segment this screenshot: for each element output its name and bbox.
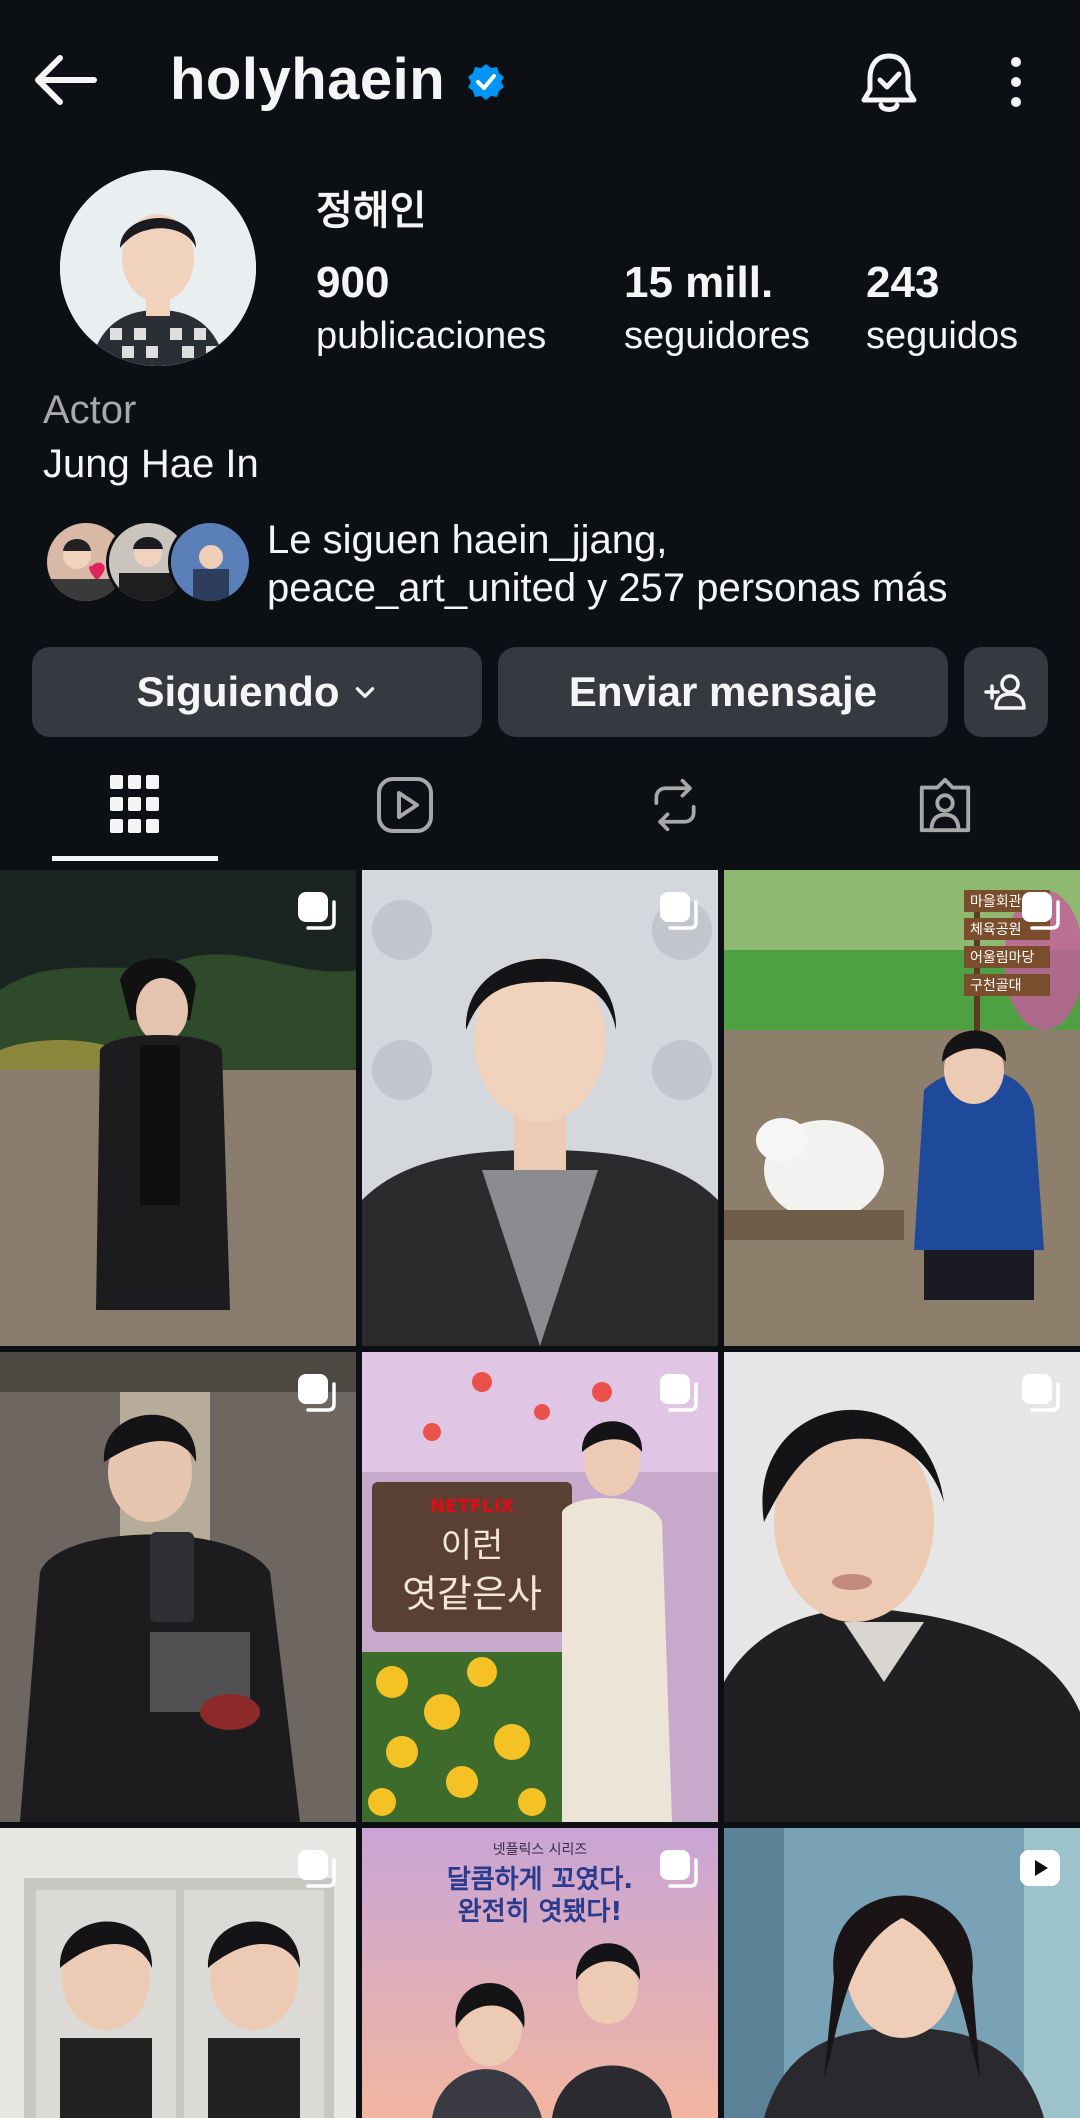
carousel-icon: [1022, 892, 1060, 930]
tab-reposts[interactable]: [540, 750, 810, 860]
posts-label: publicaciones: [316, 315, 547, 357]
mutual-followers-line-1: Le siguen haein_jjang,: [267, 518, 668, 562]
mutual-followers-avatars[interactable]: [44, 520, 252, 604]
add-person-icon: [984, 674, 1026, 710]
followers-count: 15 mill.: [624, 258, 774, 307]
tab-posts-grid[interactable]: [0, 750, 270, 860]
poster-subtitle: 넷플릭스 시리즈: [493, 1842, 588, 1858]
post-thumbnail[interactable]: NETFLIX 이런 엿같은사: [362, 1352, 718, 1822]
carousel-icon: [298, 1374, 336, 1412]
mutual-followers-text[interactable]: Le siguen haein_jjang, peace_art_united …: [267, 516, 947, 612]
top-bar: holyhaein: [0, 0, 1080, 160]
more-options-icon[interactable]: [996, 52, 1036, 112]
mutual-avatar: [168, 520, 252, 604]
poster-title-line-1: 달콤하게 꼬였다.: [447, 1865, 633, 1895]
tagged-icon: [919, 777, 971, 833]
post-thumbnail[interactable]: 넷플릭스 시리즈 달콤하게 꼬였다. 완전히 엿됐다!: [362, 1828, 718, 2118]
carousel-icon: [660, 1374, 698, 1412]
carousel-icon: [660, 1850, 698, 1888]
followers-label: seguidores: [624, 315, 810, 357]
tab-tagged[interactable]: [810, 750, 1080, 860]
carousel-icon: [298, 1850, 336, 1888]
carousel-icon: [298, 892, 336, 930]
sign-text: 엿같은사: [402, 1572, 542, 1616]
post-thumbnail[interactable]: [0, 870, 356, 1346]
post-thumbnail[interactable]: [724, 1352, 1080, 1822]
followers-stat[interactable]: 15 mill. seguidores: [624, 258, 810, 364]
back-arrow-icon[interactable]: [30, 50, 100, 110]
following-count: 243: [866, 258, 940, 307]
reposts-icon: [654, 778, 696, 832]
poster-title-line-2: 완전히 엿됐다!: [458, 1897, 622, 1927]
netflix-logo-text: NETFLIX: [430, 1496, 514, 1517]
signpost-text: 구천골대: [970, 978, 1022, 994]
profile-full-name: 정해인: [316, 189, 427, 233]
notification-bell-icon[interactable]: [858, 50, 920, 116]
grid-icon: [110, 775, 159, 833]
posts-grid: 마을회관 체육공원 어울림마당 구천골대 NETFLIX 이런 엿같은사 넷플릭…: [0, 870, 1080, 2118]
post-thumbnail[interactable]: [362, 870, 718, 1346]
following-button-label: Siguiendo: [136, 668, 340, 715]
sign-text: 이런: [441, 1526, 504, 1566]
profile-tabs: [0, 750, 1080, 865]
reels-icon: [377, 777, 433, 833]
posts-count: 900: [316, 258, 390, 307]
following-label: seguidos: [866, 315, 1019, 357]
signpost-text: 어울림마당: [970, 950, 1035, 966]
signpost-text: 마을회관: [970, 894, 1022, 910]
following-stat[interactable]: 243 seguidos: [866, 258, 1018, 364]
verified-badge-icon: [468, 64, 504, 100]
post-thumbnail[interactable]: [0, 1828, 356, 2118]
suggest-people-button[interactable]: [964, 647, 1048, 737]
send-message-button[interactable]: Enviar mensaje: [498, 647, 948, 737]
post-thumbnail[interactable]: 마을회관 체육공원 어울림마당 구천골대: [724, 870, 1080, 1346]
post-thumbnail[interactable]: [0, 1352, 356, 1822]
active-tab-indicator: [52, 856, 218, 861]
signpost-text: 체육공원: [970, 922, 1022, 938]
posts-stat[interactable]: 900 publicaciones: [316, 258, 546, 364]
send-message-button-label: Enviar mensaje: [568, 668, 878, 715]
post-thumbnail[interactable]: [724, 1828, 1080, 2118]
carousel-icon: [1022, 1374, 1060, 1412]
reel-icon: [1020, 1850, 1060, 1886]
following-button[interactable]: Siguiendo: [32, 647, 482, 737]
chevron-down-icon: [355, 687, 374, 698]
carousel-icon: [660, 892, 698, 930]
tab-reels[interactable]: [270, 750, 540, 860]
mutual-followers-line-2: peace_art_united y 257 personas más: [267, 566, 948, 610]
profile-bio: Jung Hae In: [43, 442, 259, 486]
profile-username: holyhaein: [170, 47, 446, 112]
profile-category: Actor: [43, 388, 137, 432]
profile-avatar[interactable]: [60, 170, 256, 366]
